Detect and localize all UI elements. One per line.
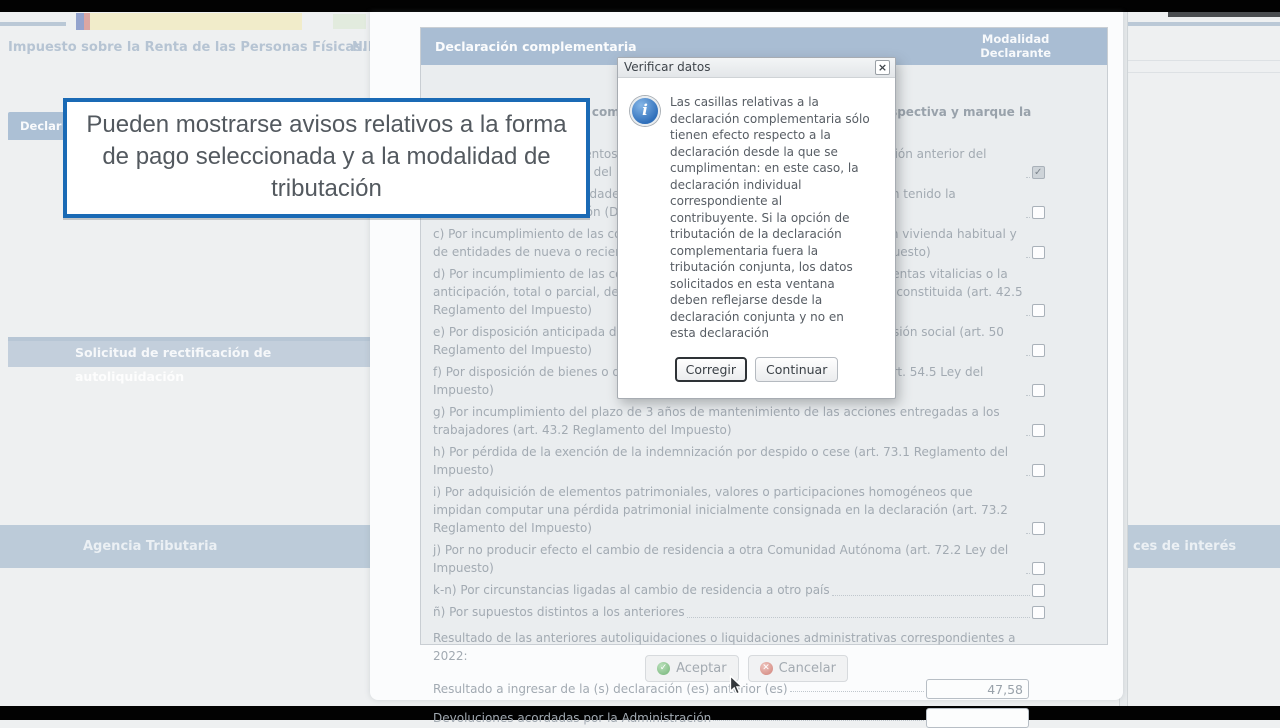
cause-row: i) Por adquisición de elementos patrimon… xyxy=(433,483,1095,537)
field-label: Devoluciones acordadas por la Administra… xyxy=(433,709,711,727)
dialog-message: Las casillas relativas a la declaración … xyxy=(670,94,870,342)
cause-label: ñ) Por supuestos distintos a los anterio… xyxy=(433,603,685,621)
devoluciones-input[interactable] xyxy=(926,708,1029,728)
cause-row: g) Por incumplimiento del plazo de 3 año… xyxy=(433,403,1095,439)
column-header-line1: Modalidad xyxy=(980,32,1051,46)
column-header-line2: Declarante xyxy=(980,46,1051,60)
dotted-leader xyxy=(1026,177,1030,178)
cause-checkbox[interactable] xyxy=(1032,384,1045,397)
annotation-callout: Pueden mostrarse avisos relativos a la f… xyxy=(63,98,590,218)
divider-faint xyxy=(1128,72,1280,73)
cause-checkbox[interactable] xyxy=(1032,166,1045,179)
cancelar-button[interactable]: ✕ Cancelar xyxy=(748,655,848,682)
cause-checkbox[interactable] xyxy=(1032,606,1045,619)
cause-label: i) Por adquisición de elementos patrimon… xyxy=(433,483,1024,537)
continuar-button[interactable]: Continuar xyxy=(755,357,838,382)
cancel-x-icon: ✕ xyxy=(760,662,773,675)
info-icon: i xyxy=(630,96,660,126)
aceptar-button[interactable]: ✓ Aceptar xyxy=(645,655,738,682)
cause-checkbox[interactable] xyxy=(1032,304,1045,317)
cause-label: j) Por no producir efecto el cambio de r… xyxy=(433,541,1024,577)
dotted-leader xyxy=(1026,475,1030,476)
resultado-ingresar-input[interactable] xyxy=(926,679,1029,699)
column-header-modalidad-declarante: Modalidad Declarante xyxy=(980,32,1051,60)
cause-label: k-n) Por circunstancias ligadas al cambi… xyxy=(433,581,830,599)
corregir-button[interactable]: Corregir xyxy=(675,357,747,382)
dotted-leader xyxy=(687,617,1030,618)
close-icon[interactable]: × xyxy=(875,60,890,75)
browser-tab-fragment xyxy=(1168,12,1280,17)
cause-checkbox[interactable] xyxy=(1032,464,1045,477)
dotted-leader xyxy=(1026,573,1030,574)
dotted-leader xyxy=(1026,533,1030,534)
dialog-body: i Las casillas relativas a la declaració… xyxy=(618,78,895,342)
flag-blue-stripe xyxy=(76,13,84,30)
cause-row: ñ) Por supuestos distintos a los anterio… xyxy=(433,603,1095,621)
dotted-leader xyxy=(1026,395,1030,396)
dotted-leader xyxy=(832,595,1030,596)
divider-line-right xyxy=(1128,22,1280,26)
verificar-datos-dialog: Verificar datos × i Las casillas relativ… xyxy=(617,57,896,399)
footer-agencia-tributaria: Agencia Tributaria xyxy=(0,525,375,568)
section-rectificacion-header[interactable]: Solicitud de rectificación de autoliquid… xyxy=(8,337,375,367)
dotted-leader xyxy=(1026,217,1030,218)
cause-checkbox[interactable] xyxy=(1032,206,1045,219)
divider-faint xyxy=(1128,60,1280,61)
dialog-buttons: Corregir Continuar xyxy=(618,342,895,398)
toolbar-fragment xyxy=(333,14,366,29)
cause-checkbox[interactable] xyxy=(1032,246,1045,259)
dotted-leader xyxy=(790,691,924,692)
cause-label: g) Por incumplimiento del plazo de 3 año… xyxy=(433,403,1024,439)
cause-checkbox[interactable] xyxy=(1032,424,1045,437)
menu-highlight-band xyxy=(90,13,302,30)
dialog-title: Verificar datos xyxy=(624,60,710,74)
field-row-resultado: Resultado a ingresar de la (s) declaraci… xyxy=(433,679,1095,699)
cause-row: h) Por pérdida de la exención de la inde… xyxy=(433,443,1095,479)
cause-checkbox[interactable] xyxy=(1032,522,1045,535)
dotted-leader xyxy=(1026,435,1030,436)
letterbox-top xyxy=(0,0,1280,12)
cause-row: k-n) Por circunstancias ligadas al cambi… xyxy=(433,581,1095,599)
cancelar-label: Cancelar xyxy=(779,661,836,676)
cause-checkbox[interactable] xyxy=(1032,562,1045,575)
field-row-devoluciones: Devoluciones acordadas por la Administra… xyxy=(433,708,1095,728)
dotted-leader xyxy=(1026,257,1030,258)
modal-actions: ✓ Aceptar ✕ Cancelar xyxy=(370,655,1123,682)
divider-line-left xyxy=(0,22,66,26)
cause-checkbox[interactable] xyxy=(1032,584,1045,597)
footer-enlaces-interes: ces de interés xyxy=(1128,525,1280,568)
mouse-cursor xyxy=(729,675,745,697)
dotted-leader xyxy=(1026,315,1030,316)
dotted-leader xyxy=(1026,355,1030,356)
cause-checkbox[interactable] xyxy=(1032,344,1045,357)
cause-label: h) Por pérdida de la exención de la inde… xyxy=(433,443,1024,479)
dialog-titlebar: Verificar datos × xyxy=(618,58,895,78)
aceptar-label: Aceptar xyxy=(676,661,726,676)
cause-row: j) Por no producir efecto el cambio de r… xyxy=(433,541,1095,577)
accept-check-icon: ✓ xyxy=(657,662,670,675)
panel-title: Declaración complementaria xyxy=(435,28,637,65)
